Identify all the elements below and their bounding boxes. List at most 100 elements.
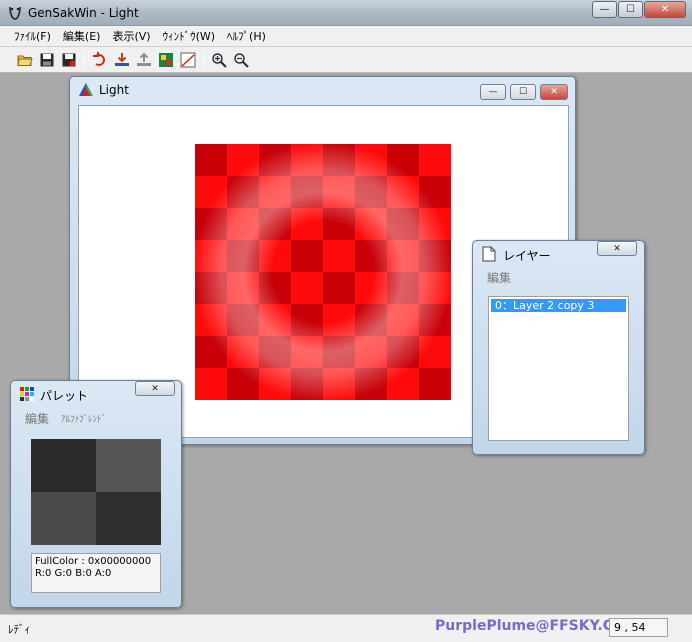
cursor-coords: 9 , 54 bbox=[609, 618, 668, 637]
image-window-title: Light bbox=[99, 83, 129, 97]
image-close-button[interactable]: ✕ bbox=[540, 84, 568, 100]
checker-cell bbox=[419, 336, 451, 368]
checker-cell bbox=[227, 208, 259, 240]
layer-window-title: レイヤー bbox=[503, 249, 551, 263]
menu-help[interactable]: ﾍﾙﾌﾟ(H) bbox=[221, 28, 272, 44]
window-title: GenSakWin - Light bbox=[28, 6, 139, 20]
open-folder-icon bbox=[17, 55, 33, 66]
palette-swatches[interactable] bbox=[31, 439, 161, 545]
checker-cell bbox=[323, 272, 355, 304]
layer-list[interactable]: 0：Layer 2 copy 3 bbox=[488, 296, 629, 441]
save-as-icon bbox=[62, 53, 76, 66]
checker-image[interactable] bbox=[195, 144, 451, 400]
checker-cell bbox=[227, 304, 259, 336]
checker-cell bbox=[259, 176, 291, 208]
color-rgba-readout: R:0 G:0 B:0 A:0 bbox=[35, 568, 112, 579]
zoom-in-icon bbox=[212, 52, 227, 68]
open-button[interactable] bbox=[14, 49, 36, 71]
image-minimize-button[interactable]: — bbox=[480, 84, 506, 100]
checker-cell bbox=[355, 304, 387, 336]
checker-cell bbox=[291, 304, 323, 336]
checker-cell bbox=[387, 208, 419, 240]
palette-menu-alpha-blend[interactable]: ｱﾙﾌｧﾌﾞﾚﾝﾄﾞ bbox=[61, 412, 106, 425]
app-icon bbox=[9, 6, 21, 20]
checker-cell bbox=[195, 240, 227, 272]
palette-window[interactable]: パレット ✕ 編集 ｱﾙﾌｧﾌﾞﾚﾝﾄﾞ FullColor : 0x00000… bbox=[10, 380, 182, 608]
checker-cell bbox=[259, 336, 291, 368]
checker-cell bbox=[323, 144, 355, 176]
swatch-bottom-right[interactable] bbox=[96, 492, 161, 545]
layer-window-title-bar[interactable]: レイヤー ✕ bbox=[473, 241, 644, 265]
import-button[interactable] bbox=[111, 49, 133, 71]
checker-cell bbox=[259, 144, 291, 176]
checker-cell bbox=[387, 240, 419, 272]
checker-cell bbox=[259, 272, 291, 304]
layer-item-selected[interactable]: 0：Layer 2 copy 3 bbox=[491, 299, 626, 312]
close-button[interactable]: ✕ bbox=[644, 1, 686, 18]
save-as-button[interactable] bbox=[58, 49, 80, 71]
checker-cell bbox=[419, 304, 451, 336]
checker-cell bbox=[387, 272, 419, 304]
checker-cell bbox=[195, 304, 227, 336]
palette-window-title: パレット bbox=[40, 389, 89, 403]
zoom-in-button[interactable] bbox=[208, 49, 230, 71]
save-button[interactable] bbox=[36, 49, 58, 71]
checker-cell bbox=[355, 368, 387, 400]
checker-cell bbox=[195, 272, 227, 304]
color-triangle-icon bbox=[79, 83, 93, 96]
menu-view[interactable]: 表示(V) bbox=[106, 28, 156, 44]
undo-button[interactable] bbox=[89, 49, 111, 71]
swatch-top-right[interactable] bbox=[96, 439, 161, 492]
toolbar-separator bbox=[203, 49, 204, 70]
title-bar[interactable]: GenSakWin - Light — ☐ ✕ bbox=[0, 0, 692, 26]
maximize-button[interactable]: ☐ bbox=[618, 1, 643, 18]
checker-cell bbox=[291, 240, 323, 272]
save-icon bbox=[40, 53, 54, 66]
export-icon bbox=[137, 52, 151, 66]
checker-cell bbox=[227, 240, 259, 272]
image-maximize-button[interactable]: ☐ bbox=[510, 84, 536, 100]
toolbar-separator bbox=[84, 49, 85, 70]
palette-window-title-bar[interactable]: パレット ✕ bbox=[11, 381, 181, 405]
checker-cell bbox=[259, 240, 291, 272]
checker-cell bbox=[419, 240, 451, 272]
checker-cell bbox=[387, 304, 419, 336]
menu-edit[interactable]: 編集(E) bbox=[57, 28, 107, 44]
palette-close-button[interactable]: ✕ bbox=[135, 381, 175, 396]
checker-cell bbox=[227, 272, 259, 304]
color-hex-readout: FullColor : 0x00000000 bbox=[35, 556, 152, 567]
checker-cell bbox=[419, 272, 451, 304]
menu-window[interactable]: ｳｨﾝﾄﾞｳ(W) bbox=[157, 28, 221, 44]
checker-cell bbox=[195, 208, 227, 240]
checker-cell bbox=[291, 176, 323, 208]
checker-cell bbox=[387, 336, 419, 368]
layer-menu-edit[interactable]: 編集 bbox=[487, 269, 511, 286]
checker-cell bbox=[227, 368, 259, 400]
checker-cell bbox=[323, 368, 355, 400]
checker-cell bbox=[419, 176, 451, 208]
zoom-out-button[interactable] bbox=[230, 49, 252, 71]
checker-cell bbox=[227, 336, 259, 368]
layer-close-button[interactable]: ✕ bbox=[597, 241, 637, 256]
checker-cell bbox=[387, 144, 419, 176]
swatch-top-left[interactable] bbox=[31, 439, 96, 492]
undo-icon bbox=[93, 51, 105, 66]
image-window-title-bar[interactable]: Light — ☐ ✕ bbox=[70, 77, 575, 101]
checker-cell bbox=[195, 336, 227, 368]
minimize-button[interactable]: — bbox=[592, 1, 617, 18]
checker-cell bbox=[419, 144, 451, 176]
layer-window[interactable]: レイヤー ✕ 編集 0：Layer 2 copy 3 bbox=[472, 240, 645, 455]
toolbar bbox=[0, 47, 692, 73]
menu-file[interactable]: ﾌｧｲﾙ(F) bbox=[8, 28, 57, 44]
layers-button[interactable] bbox=[155, 49, 177, 71]
layer-menu-bar: 編集 bbox=[487, 268, 523, 286]
swatch-bottom-left[interactable] bbox=[31, 492, 96, 545]
palette-menu-edit[interactable]: 編集 bbox=[25, 410, 49, 427]
graph-icon bbox=[180, 52, 196, 67]
import-icon bbox=[115, 52, 129, 66]
checker-cell bbox=[195, 176, 227, 208]
graph-button[interactable] bbox=[177, 49, 199, 71]
status-text: ﾚﾃﾞｨ bbox=[8, 623, 30, 636]
checker-cell bbox=[355, 272, 387, 304]
export-button[interactable] bbox=[133, 49, 155, 71]
